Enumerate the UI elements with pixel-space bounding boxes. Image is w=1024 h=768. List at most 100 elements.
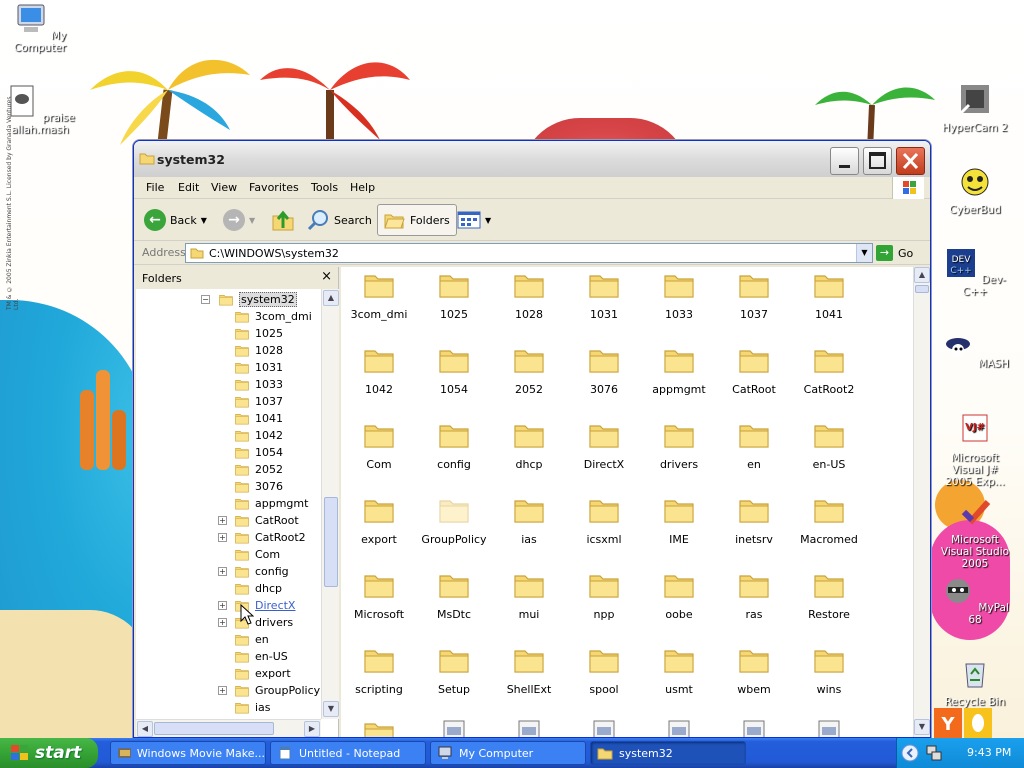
partial-item[interactable] xyxy=(568,719,640,737)
tree-node[interactable]: en xyxy=(234,631,269,648)
expand-icon[interactable]: + xyxy=(218,533,227,542)
scroll-up-button[interactable]: ▲ xyxy=(914,267,930,283)
task-system32[interactable]: system32 xyxy=(590,741,746,765)
folder-item[interactable]: GroupPolicy xyxy=(418,496,490,546)
folder-item[interactable]: 1042 xyxy=(343,346,415,396)
tree-vertical-scrollbar[interactable]: ▲ ▼ xyxy=(321,289,339,719)
menu-view[interactable]: View xyxy=(211,181,237,194)
menu-help[interactable]: Help xyxy=(350,181,375,194)
folder-item[interactable]: Setup xyxy=(418,646,490,696)
folder-item[interactable]: IME xyxy=(643,496,715,546)
tree-node[interactable]: − system32 xyxy=(201,291,297,308)
folder-item[interactable]: oobe xyxy=(643,571,715,621)
folder-item[interactable]: spool xyxy=(568,646,640,696)
address-dropdown-button[interactable]: ▼ xyxy=(856,244,872,262)
close-pane-icon[interactable]: × xyxy=(321,269,332,284)
folder-item[interactable]: 1054 xyxy=(418,346,490,396)
tree-node[interactable]: en-US xyxy=(234,648,288,665)
folder-item[interactable]: 1033 xyxy=(643,271,715,321)
folder-item[interactable]: 1041 xyxy=(793,271,865,321)
scroll-thumb[interactable] xyxy=(324,497,338,587)
menu-file[interactable]: File xyxy=(146,181,164,194)
folder-item[interactable]: inetsrv xyxy=(718,496,790,546)
folder-item[interactable]: Com xyxy=(343,421,415,471)
content-vertical-scrollbar[interactable]: ▲ ▼ xyxy=(913,267,930,737)
folder-item[interactable]: CatRoot xyxy=(718,346,790,396)
task-my-computer[interactable]: My Computer xyxy=(430,741,586,765)
folder-item[interactable]: ias xyxy=(493,496,565,546)
folder-item[interactable]: en-US xyxy=(793,421,865,471)
desktop-icon-vstudio[interactable]: Microsoft Visual Studio 2005 xyxy=(937,494,1013,570)
folder-item[interactable]: wbem xyxy=(718,646,790,696)
expand-icon[interactable]: + xyxy=(218,601,227,610)
search-button[interactable]: Search xyxy=(306,204,372,236)
folder-item[interactable]: drivers xyxy=(643,421,715,471)
partial-item[interactable] xyxy=(418,719,490,737)
folder-item[interactable]: DirectX xyxy=(568,421,640,471)
tree-node[interactable]: 1025 xyxy=(234,325,283,342)
folder-item[interactable]: 1037 xyxy=(718,271,790,321)
folder-item[interactable]: 1031 xyxy=(568,271,640,321)
scroll-up-button[interactable]: ▲ xyxy=(323,290,339,306)
folder-item[interactable]: appmgmt xyxy=(643,346,715,396)
tree-node[interactable]: 1037 xyxy=(234,393,283,410)
menu-tools[interactable]: Tools xyxy=(311,181,338,194)
folder-item[interactable]: dhcp xyxy=(493,421,565,471)
folder-item[interactable]: Restore xyxy=(793,571,865,621)
tree-node[interactable]: 1028 xyxy=(234,342,283,359)
tree-node[interactable]: 1042 xyxy=(234,427,283,444)
folder-item[interactable]: npp xyxy=(568,571,640,621)
forward-button[interactable]: → ▼ xyxy=(223,204,255,236)
expand-icon[interactable]: + xyxy=(218,686,227,695)
tree-node[interactable]: 1054 xyxy=(234,444,283,461)
scroll-left-button[interactable]: ◀ xyxy=(137,721,153,737)
address-input[interactable]: C:\WINDOWS\system32 ▼ xyxy=(185,243,873,263)
tree-node[interactable]: dhcp xyxy=(234,580,282,597)
tree-node[interactable]: export xyxy=(234,665,291,682)
scroll-down-button[interactable]: ▼ xyxy=(914,719,930,735)
partial-item[interactable] xyxy=(793,719,865,737)
folder-item[interactable]: Microsoft xyxy=(343,571,415,621)
tree-node[interactable]: + CatRoot2 xyxy=(218,529,306,546)
tree-node[interactable]: appmgmt xyxy=(234,495,308,512)
folder-item[interactable]: ShellExt xyxy=(493,646,565,696)
tree-node[interactable]: 1041 xyxy=(234,410,283,427)
folder-item[interactable]: icsxml xyxy=(568,496,640,546)
scroll-right-button[interactable]: ▶ xyxy=(304,721,320,737)
desktop-icon-praise-allah[interactable]: praise allah.mash xyxy=(2,84,78,136)
expand-icon[interactable]: + xyxy=(218,516,227,525)
back-button[interactable]: ← Back ▼ xyxy=(144,204,207,236)
partial-item[interactable] xyxy=(643,719,715,737)
show-hidden-icons-chevron-icon[interactable] xyxy=(901,744,919,762)
tree-node[interactable]: 3com_dmi xyxy=(234,308,312,325)
folder-item[interactable]: 1025 xyxy=(418,271,490,321)
menu-edit[interactable]: Edit xyxy=(178,181,199,194)
partial-item[interactable] xyxy=(718,719,790,737)
folder-item[interactable]: export xyxy=(343,496,415,546)
tree-node[interactable]: ias xyxy=(234,699,271,716)
partial-item[interactable] xyxy=(343,719,415,737)
scroll-thumb[interactable] xyxy=(915,285,929,293)
tree-node[interactable]: + config xyxy=(218,563,289,580)
task-notepad[interactable]: Untitled - Notepad xyxy=(270,741,426,765)
desktop-icon-cyberbud[interactable]: CyberBud xyxy=(937,164,1013,216)
tree-node[interactable]: 1031 xyxy=(234,359,283,376)
folder-item[interactable]: MsDtc xyxy=(418,571,490,621)
folder-item[interactable]: usmt xyxy=(643,646,715,696)
desktop-icon-hypercam[interactable]: HyperCam 2 xyxy=(937,82,1013,134)
tree-node[interactable]: + CatRoot xyxy=(218,512,299,529)
desktop-icon-vjsharp[interactable]: VJ# Microsoft Visual J# 2005 Exp... xyxy=(937,412,1013,488)
folder-item[interactable]: wins xyxy=(793,646,865,696)
folder-item[interactable]: 3com_dmi xyxy=(343,271,415,321)
tree-node[interactable]: + GroupPolicy xyxy=(218,682,320,699)
folder-item[interactable]: Macromed xyxy=(793,496,865,546)
folder-item[interactable]: mui xyxy=(493,571,565,621)
network-icon[interactable] xyxy=(925,744,943,762)
expand-icon[interactable]: + xyxy=(218,618,227,627)
clock[interactable]: 9:43 PM xyxy=(967,746,1011,759)
go-button[interactable]: → Go xyxy=(876,245,913,261)
up-button[interactable] xyxy=(271,204,295,236)
folder-item[interactable]: 1028 xyxy=(493,271,565,321)
folder-item[interactable]: 2052 xyxy=(493,346,565,396)
maximize-button[interactable] xyxy=(863,147,892,175)
